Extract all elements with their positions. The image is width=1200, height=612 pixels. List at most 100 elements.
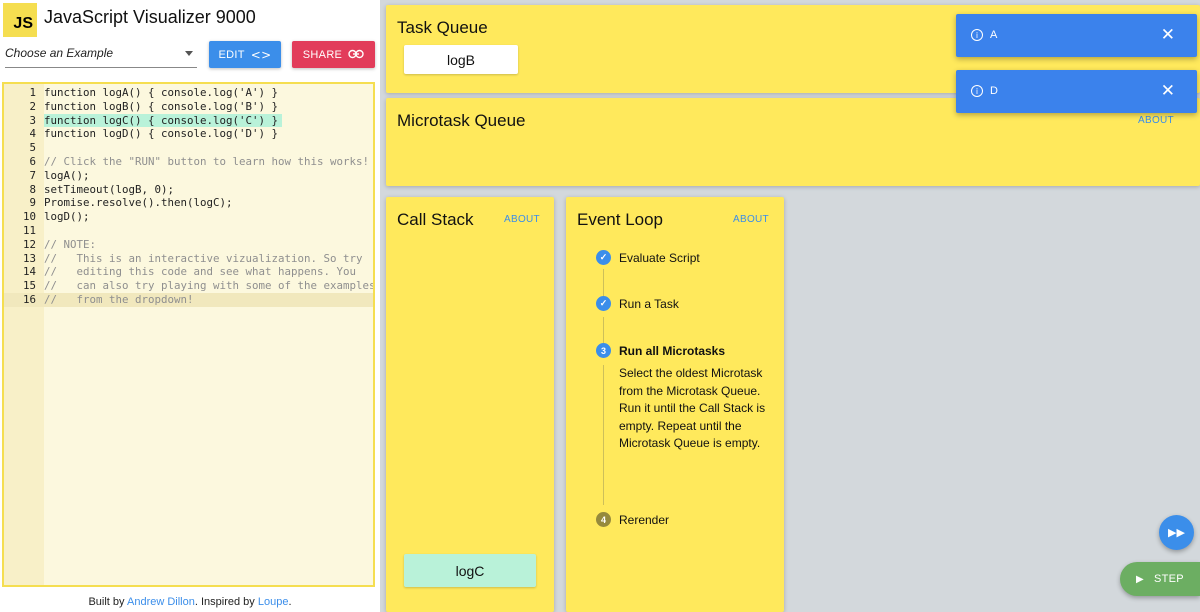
step-label: Run all Microtasks (619, 343, 726, 358)
code-text: function logD() { console.log('D') } (44, 127, 279, 141)
code-editor[interactable]: 1 function logA() { console.log('A') } 2 fu… (2, 82, 375, 587)
line-number: 2 (29, 99, 36, 113)
share-button-label: SHARE (302, 48, 343, 61)
code-text: // editing this code and see what happen… (44, 265, 357, 279)
info-icon: i (971, 29, 983, 41)
footer-middle: . Inspired by (194, 596, 258, 608)
line-number: 12 (22, 237, 36, 251)
console-toast: i A ✕ (956, 14, 1197, 57)
event-loop-title: Event Loop (577, 210, 664, 229)
microtask-queue-title: Microtask Queue (397, 111, 526, 130)
code-text: Promise.resolve().then(logC); (44, 196, 233, 210)
line-number: 1 (29, 86, 36, 99)
chevron-down-icon (185, 51, 193, 56)
toast-message: A (990, 29, 998, 41)
loupe-link[interactable]: Loupe (258, 596, 289, 608)
footer: Built by Andrew Dillon. Inspired by Loup… (0, 596, 380, 608)
code-editor-surface[interactable]: 1 function logA() { console.log('A') } 2 fu… (4, 84, 373, 585)
active-step-description: Select the oldest Microtask from the Mic… (619, 366, 766, 450)
code-line[interactable]: 7 logA(); (4, 169, 373, 183)
step-button-label: STEP (1154, 573, 1184, 585)
code-line[interactable]: 3 function logC() { console.log('C') } (4, 113, 373, 128)
code-line[interactable]: 10 logD(); (4, 210, 373, 224)
event-loop-step-run-task: ✓ Run a Task (596, 296, 679, 311)
event-loop-step-evaluate: ✓ Evaluate Script (596, 250, 700, 265)
code-text: logD(); (44, 210, 90, 224)
toast-message: D (990, 85, 998, 97)
code-text: // This is an interactive vizualization.… (44, 251, 363, 265)
footer-suffix: . (288, 596, 292, 608)
line-number: 5 (29, 141, 36, 155)
call-stack-panel: Call Stack ABOUT logC (386, 197, 554, 612)
code-line[interactable]: 4 function logD() { console.log('D') } (4, 127, 373, 141)
fast-forward-icon: ▶▶ (1168, 526, 1185, 539)
event-loop-panel: Event Loop ABOUT ✓ Evaluate Script ✓ Run… (566, 197, 784, 612)
step-number-badge: 4 (596, 512, 611, 527)
code-line[interactable]: 5 (4, 141, 373, 155)
code-text: // NOTE: (44, 237, 97, 251)
check-icon: ✓ (596, 296, 611, 311)
example-select-value: Choose an Example (5, 46, 114, 60)
code-text: function logC() { console.log('C') } (44, 113, 283, 128)
share-button[interactable]: SHARE (292, 41, 375, 68)
step-number-badge: 3 (596, 343, 611, 358)
fast-forward-button[interactable]: ▶▶ (1159, 515, 1194, 550)
line-number: 7 (29, 168, 36, 182)
check-icon: ✓ (596, 250, 611, 265)
line-number: 4 (29, 127, 36, 141)
code-line[interactable]: 14 // editing this code and see what happ… (4, 265, 373, 279)
close-icon[interactable]: ✕ (1161, 25, 1175, 45)
left-pane: JS JavaScript Visualizer 9000 Choose an … (0, 0, 380, 612)
play-icon: ▶ (1136, 573, 1144, 585)
call-stack-title: Call Stack (397, 210, 474, 229)
line-number: 8 (29, 182, 36, 196)
code-icon: <> (250, 47, 272, 62)
code-text: function logB() { console.log('B') } (44, 99, 279, 113)
close-icon[interactable]: ✕ (1161, 81, 1175, 101)
edit-button[interactable]: EDIT <> (209, 41, 281, 68)
stepper-connector (603, 317, 604, 343)
code-line[interactable]: 11 (4, 224, 373, 238)
code-text: // Click the "RUN" button to learn how t… (44, 154, 370, 168)
author-link[interactable]: Andrew Dillon (127, 596, 195, 608)
code-line[interactable]: 12 // NOTE: (4, 238, 373, 252)
info-icon: i (971, 85, 983, 97)
line-number: 15 (22, 279, 36, 293)
code-line[interactable]: 9 Promise.resolve().then(logC); (4, 196, 373, 210)
code-line[interactable]: 15 // can also try playing with some of t… (4, 279, 373, 293)
js-logo: JS (3, 3, 37, 37)
app-title: JavaScript Visualizer 9000 (44, 7, 256, 27)
code-text: logA(); (44, 168, 90, 182)
call-stack-about-link[interactable]: ABOUT (504, 214, 540, 225)
microtask-about-link[interactable]: ABOUT (1138, 115, 1174, 126)
code-text: // from the dropdown! (44, 292, 194, 306)
example-select[interactable]: Choose an Example (5, 44, 197, 68)
step-label: Evaluate Script (619, 250, 700, 265)
line-number: 10 (22, 210, 36, 224)
task-queue-title: Task Queue (397, 18, 488, 37)
event-loop-about-link[interactable]: ABOUT (733, 214, 769, 225)
footer-prefix: Built by (88, 596, 127, 608)
event-loop-step-microtasks: 3 Run all Microtasks (596, 343, 725, 358)
call-stack-item: logC (404, 554, 536, 587)
stepper-connector (603, 365, 604, 505)
line-number: 3 (29, 113, 36, 127)
code-text: function logA() { console.log('A') } (44, 86, 279, 99)
line-number: 11 (22, 223, 36, 237)
code-line[interactable]: 2 function logB() { console.log('B') } (4, 100, 373, 114)
code-line[interactable]: 8 setTimeout(logB, 0); (4, 183, 373, 197)
line-number: 13 (22, 251, 36, 265)
code-line[interactable]: 16 // from the dropdown! (4, 292, 373, 307)
step-button[interactable]: ▶ STEP (1120, 562, 1200, 596)
task-queue-item: logB (404, 45, 518, 74)
code-text: setTimeout(logB, 0); (44, 182, 175, 196)
step-label: Rerender (619, 512, 670, 527)
code-line[interactable]: 6 // Click the "RUN" button to learn how … (4, 155, 373, 169)
code-lines[interactable]: 1 function logA() { console.log('A') } 2 fu… (4, 86, 373, 307)
code-line[interactable]: 1 function logA() { console.log('A') } (4, 86, 373, 100)
line-number: 9 (29, 196, 36, 210)
line-number: 14 (22, 265, 36, 279)
code-line[interactable]: 13 // This is an interactive vizualizatio… (4, 252, 373, 266)
step-label: Run a Task (619, 296, 679, 311)
console-toast: i D ✕ (956, 70, 1197, 113)
